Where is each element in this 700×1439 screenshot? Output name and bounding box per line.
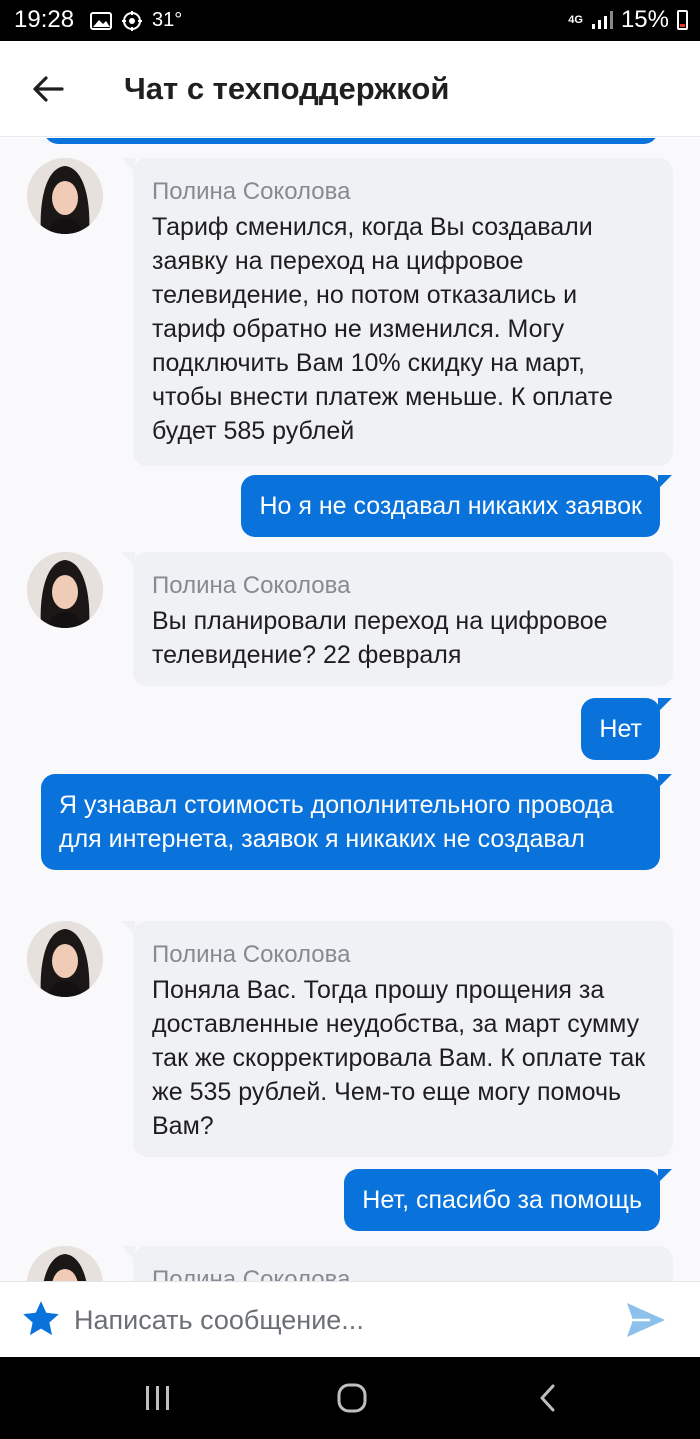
agent-photo-icon <box>27 1246 103 1281</box>
message-input[interactable] <box>74 1296 604 1344</box>
outgoing-message: Я узнавал стоимость дополнительного пров… <box>41 774 672 870</box>
app-bar: Чат с техподдержкой <box>0 41 700 137</box>
message-text: Но я не создавал никаких заявок <box>259 492 642 520</box>
outgoing-message: Но я не создавал никаких заявок <box>241 475 672 537</box>
incoming-message: Полина Соколова Тариф сменился, когда Вы… <box>121 158 673 466</box>
agent-avatar <box>27 1246 103 1281</box>
sender-name: Полина Соколова <box>152 178 351 205</box>
star-icon <box>23 1301 59 1336</box>
message-composer <box>0 1281 700 1357</box>
agent-avatar <box>27 552 103 628</box>
agent-avatar <box>27 921 103 997</box>
status-time: 19:28 <box>14 6 75 33</box>
message-text: Нет <box>599 715 642 743</box>
outgoing-message: Нет <box>581 698 672 760</box>
back-button[interactable] <box>22 65 74 113</box>
page-title: Чат с техподдержкой <box>124 71 450 106</box>
system-back-button[interactable] <box>528 1378 568 1418</box>
send-button[interactable] <box>624 1300 668 1340</box>
message-text: Вы планировали переход на цифровое телев… <box>152 607 608 669</box>
recent-apps-button[interactable] <box>138 1378 178 1418</box>
home-button[interactable] <box>332 1378 372 1418</box>
signal-icon <box>591 11 613 29</box>
notification-app-icon <box>122 10 142 31</box>
system-nav-bar <box>0 1357 700 1439</box>
status-bar: 19:28 31° 4G 15% <box>0 0 700 41</box>
temperature-indicator: 31° <box>152 9 183 31</box>
sender-name: Полина Соколова <box>152 1266 351 1281</box>
message-text: Поняла Вас. Тогда прошу прощения за дост… <box>152 976 646 1140</box>
battery-icon <box>677 10 688 30</box>
sender-name: Полина Соколова <box>152 572 351 599</box>
previous-outgoing-bubble <box>44 138 658 144</box>
agent-photo-icon <box>27 921 103 997</box>
sender-name: Полина Соколова <box>152 941 351 968</box>
agent-photo-icon <box>27 158 103 234</box>
agent-photo-icon <box>27 552 103 628</box>
message-text: Я узнавал стоимость дополнительного пров… <box>59 791 614 853</box>
recent-apps-icon <box>146 1386 169 1410</box>
message-text: Нет, спасибо за помощь <box>362 1186 642 1214</box>
network-type: 4G <box>568 14 583 26</box>
chevron-left-icon <box>540 1384 555 1412</box>
send-icon <box>627 1303 665 1337</box>
outgoing-message: Нет, спасибо за помощь <box>344 1169 672 1231</box>
gallery-icon <box>90 11 112 30</box>
favorite-button[interactable] <box>20 1298 62 1340</box>
incoming-message: Полина Соколова Поняла Вас. Тогда прошу … <box>121 921 673 1157</box>
arrow-left-icon <box>33 76 64 102</box>
incoming-message: Полина Соколова <box>121 1246 673 1281</box>
agent-avatar <box>27 158 103 234</box>
chat-history[interactable]: Полина Соколова Тариф сменился, когда Вы… <box>0 138 700 1281</box>
battery-percent: 15% <box>620 6 669 33</box>
home-icon <box>337 1383 367 1413</box>
incoming-message: Полина Соколова Вы планировали переход н… <box>121 552 673 686</box>
message-text: Тариф сменился, когда Вы создавали заявк… <box>152 213 613 445</box>
